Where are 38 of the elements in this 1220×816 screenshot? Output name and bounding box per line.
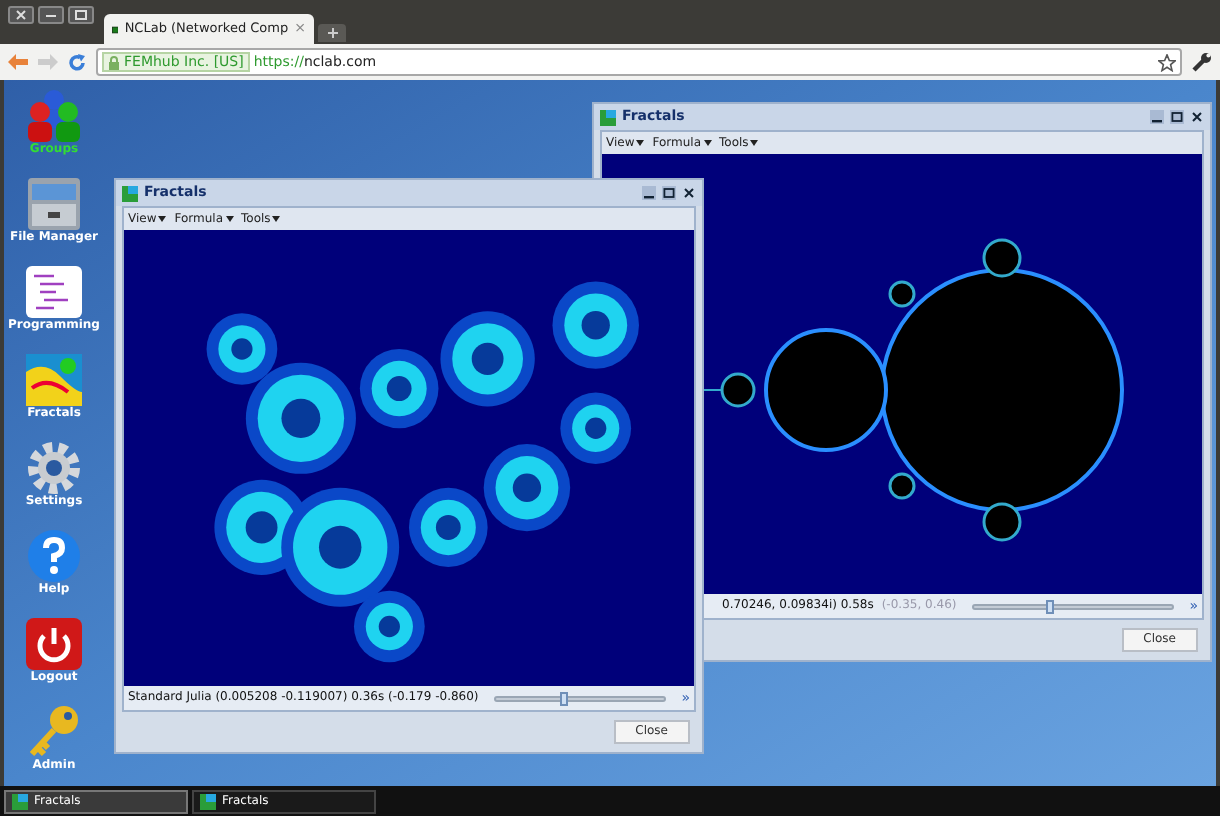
caret-icon: [750, 140, 759, 146]
people-icon: [24, 88, 84, 144]
key-icon: [24, 704, 84, 760]
slider-thumb[interactable]: [559, 691, 568, 705]
close-icon[interactable]: [1190, 110, 1204, 124]
maximize-icon[interactable]: [68, 6, 94, 24]
reload-icon[interactable]: [68, 53, 86, 71]
slider-thumb[interactable]: [1045, 599, 1054, 613]
lock-icon: [108, 55, 120, 69]
power-icon: [24, 616, 84, 672]
minimize-icon[interactable]: [642, 186, 656, 200]
maximize-icon[interactable]: [1170, 110, 1184, 124]
new-tab-button[interactable]: [318, 24, 346, 42]
fractal-icon: [122, 185, 138, 201]
fractal-icon: [24, 352, 84, 408]
caret-icon: [158, 216, 167, 222]
cabinet-icon: [23, 176, 84, 232]
caret-icon: [703, 140, 712, 146]
minimize-icon[interactable]: [1150, 110, 1164, 124]
slider-track[interactable]: [972, 603, 1174, 609]
caret-icon: [272, 216, 281, 222]
settings-icon: [24, 440, 84, 496]
close-icon[interactable]: [682, 186, 696, 200]
maximize-icon[interactable]: [662, 186, 676, 200]
site-icon: [112, 21, 119, 37]
help-icon: [24, 528, 84, 584]
slider-track[interactable]: [494, 695, 666, 701]
plus-icon: [327, 28, 337, 38]
close-icon[interactable]: [8, 6, 34, 24]
fractal-icon: [600, 109, 616, 125]
fractal-icon: [12, 793, 28, 809]
caret-icon: [225, 216, 234, 222]
star-icon[interactable]: [1158, 53, 1176, 71]
wrench-icon[interactable]: [1192, 52, 1212, 72]
minimize-icon[interactable]: [38, 6, 64, 24]
fractal-icon: [200, 793, 216, 809]
caret-icon: [636, 140, 645, 146]
document-icon: [23, 264, 84, 320]
